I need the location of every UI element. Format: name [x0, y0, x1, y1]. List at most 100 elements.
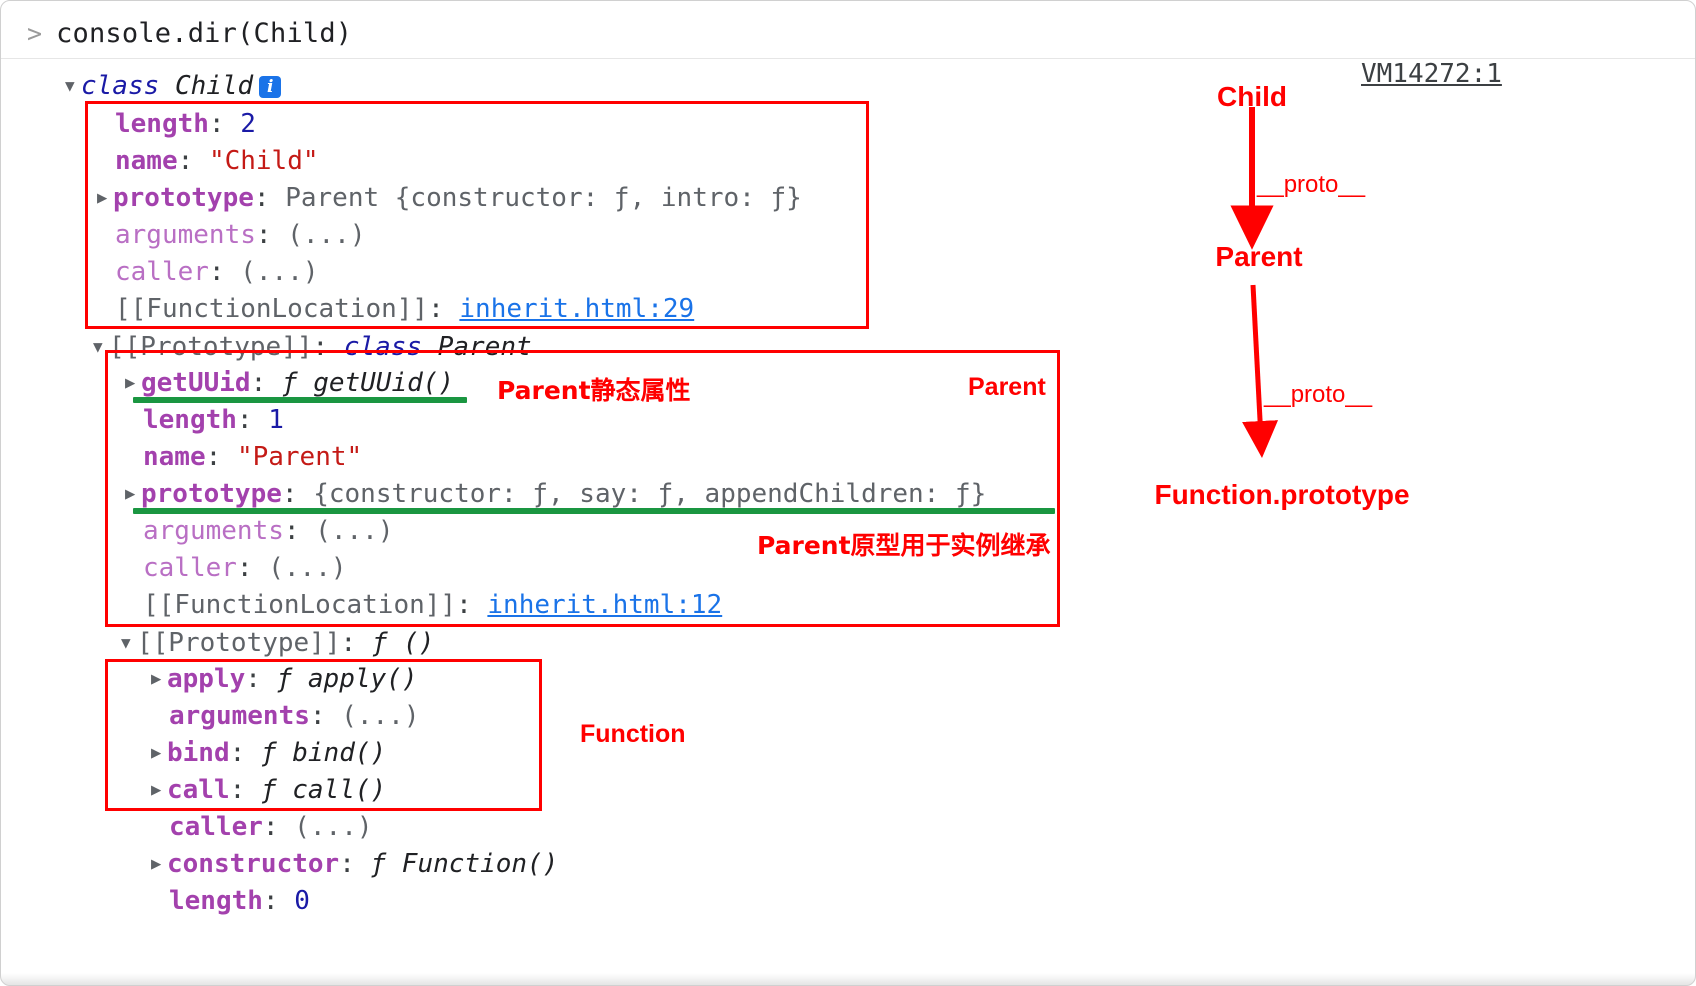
property-key: arguments	[115, 220, 256, 250]
annotation-static-props-note: Parent静态属性	[497, 376, 691, 405]
chevron-right-icon[interactable]: ▶	[151, 772, 167, 809]
property-key: caller	[169, 812, 263, 842]
property-key: [[FunctionLocation]]	[143, 590, 457, 620]
property-separator: :	[253, 183, 286, 213]
chevron-down-icon[interactable]: ▼	[65, 67, 81, 104]
property-separator: :	[262, 812, 295, 842]
property-value: (...)	[268, 553, 347, 583]
prototype-row-parent[interactable]: ▼ [[Prototype]]: class Parent	[93, 328, 532, 366]
prototype-key: [[Prototype]]	[137, 628, 341, 658]
property-key: length	[169, 886, 263, 916]
property-value: 0	[294, 886, 310, 916]
property-separator: :	[236, 553, 269, 583]
diagram-node-child: Child	[1217, 81, 1287, 112]
property-row-arguments[interactable]: arguments: (...)	[143, 513, 393, 550]
property-row-caller[interactable]: caller: (...)	[115, 254, 319, 291]
property-separator: :	[456, 590, 488, 620]
property-key: call	[167, 775, 230, 805]
class-keyword: class	[81, 71, 160, 101]
property-value: (...)	[341, 701, 420, 731]
property-value: "Child"	[208, 146, 319, 176]
info-icon[interactable]: i	[259, 76, 282, 98]
property-separator: :	[177, 146, 209, 176]
property-separator: :	[208, 257, 241, 287]
property-separator: :	[208, 109, 241, 139]
property-value: "Parent"	[236, 442, 363, 472]
diagram-arrows-svg	[1230, 107, 1279, 458]
property-row-call[interactable]: ▶ call: ƒ call()	[151, 772, 386, 809]
property-row-name[interactable]: name: "Parent"	[143, 439, 362, 476]
chevron-down-icon[interactable]: ▼	[121, 624, 137, 661]
function-location-link[interactable]: inherit.html:12	[487, 590, 722, 620]
property-row-function-location[interactable]: [[FunctionLocation]]: inherit.html:29	[115, 291, 694, 328]
property-value: ƒ bind()	[260, 738, 387, 768]
property-row-name[interactable]: name: "Child"	[115, 143, 319, 180]
property-row-length[interactable]: length: 2	[115, 106, 256, 143]
property-value: ƒ getUUid()	[281, 368, 455, 398]
property-separator: :	[281, 479, 314, 509]
property-separator: :	[262, 886, 295, 916]
property-separator: :	[236, 405, 269, 435]
property-row-arguments[interactable]: arguments: (...)	[115, 217, 365, 254]
property-key: length	[143, 405, 237, 435]
property-value: (...)	[287, 220, 366, 250]
property-key: prototype	[141, 479, 282, 509]
prototype-chain-diagram: Child Parent Function.prototype __proto_…	[1151, 61, 1651, 541]
class-keyword: class	[343, 332, 423, 362]
property-key: arguments	[169, 701, 310, 731]
property-key: bind	[167, 738, 230, 768]
chevron-right-icon[interactable]: ▶	[151, 661, 167, 698]
property-value: ƒ Function()	[370, 849, 559, 879]
property-row-constructor[interactable]: ▶ constructor: ƒ Function()	[151, 846, 558, 883]
property-key: arguments	[143, 516, 284, 546]
property-key: name	[115, 146, 178, 176]
class-name: Child	[174, 71, 254, 101]
property-row-arguments[interactable]: arguments: (...)	[169, 698, 419, 735]
diagram-node-parent: Parent	[1215, 241, 1303, 272]
chevron-down-icon[interactable]: ▼	[93, 328, 109, 365]
annotation-underline-getuuid	[133, 397, 467, 403]
property-row-bind[interactable]: ▶ bind: ƒ bind()	[151, 735, 386, 772]
property-separator: :	[229, 738, 261, 768]
property-row-apply[interactable]: ▶ apply: ƒ apply()	[151, 661, 417, 698]
property-row-function-location[interactable]: [[FunctionLocation]]: inherit.html:12	[143, 587, 722, 624]
property-separator: :	[245, 664, 277, 694]
property-value: 2	[240, 109, 256, 139]
chevron-right-icon[interactable]: ▶	[97, 180, 113, 217]
property-value: (...)	[294, 812, 373, 842]
property-separator: :	[250, 368, 282, 398]
prototype-value: ƒ ()	[371, 628, 435, 658]
property-row-prototype[interactable]: ▶ prototype: Parent {constructor: ƒ, intr…	[97, 180, 802, 217]
diagram-edge-label-proto-2: __proto__	[1264, 381, 1373, 408]
property-key: [[FunctionLocation]]	[115, 294, 429, 324]
property-value: 1	[268, 405, 284, 435]
chevron-right-icon[interactable]: ▶	[151, 735, 167, 772]
property-value: ƒ call()	[260, 775, 387, 805]
property-key: caller	[115, 257, 209, 287]
chevron-right-icon[interactable]: ▶	[151, 846, 167, 883]
property-value: (...)	[315, 516, 394, 546]
prototype-separator: :	[340, 628, 372, 658]
function-location-link[interactable]: inherit.html:29	[459, 294, 694, 324]
property-row-caller[interactable]: caller: (...)	[169, 809, 373, 846]
property-key: getUUid	[141, 368, 251, 398]
property-value: Parent {constructor: ƒ, intro: ƒ}	[285, 183, 802, 213]
annotation-prototype-note: Parent原型用于实例继承	[757, 531, 1051, 560]
property-separator: :	[255, 220, 288, 250]
property-key: name	[143, 442, 206, 472]
property-row-caller[interactable]: caller: (...)	[143, 550, 347, 587]
property-separator: :	[205, 442, 237, 472]
console-prompt-row[interactable]: > console.dir(Child)	[1, 9, 1695, 59]
tree-root-class-child[interactable]: ▼ class Child i	[65, 67, 282, 105]
prompt-chevron-icon: >	[27, 19, 43, 48]
diagram-node-function-prototype: Function.prototype	[1154, 479, 1410, 510]
property-value: {constructor: ƒ, say: ƒ, appendChildren:…	[313, 479, 987, 509]
property-row-length[interactable]: length: 0	[169, 883, 310, 920]
property-key: caller	[143, 553, 237, 583]
property-key: prototype	[113, 183, 254, 213]
property-separator: :	[339, 849, 371, 879]
property-row-length[interactable]: length: 1	[143, 402, 284, 439]
prototype-key: [[Prototype]]	[109, 332, 313, 362]
prototype-row-function[interactable]: ▼ [[Prototype]]: ƒ ()	[121, 624, 434, 662]
annotation-underline-prototype	[133, 508, 1055, 514]
